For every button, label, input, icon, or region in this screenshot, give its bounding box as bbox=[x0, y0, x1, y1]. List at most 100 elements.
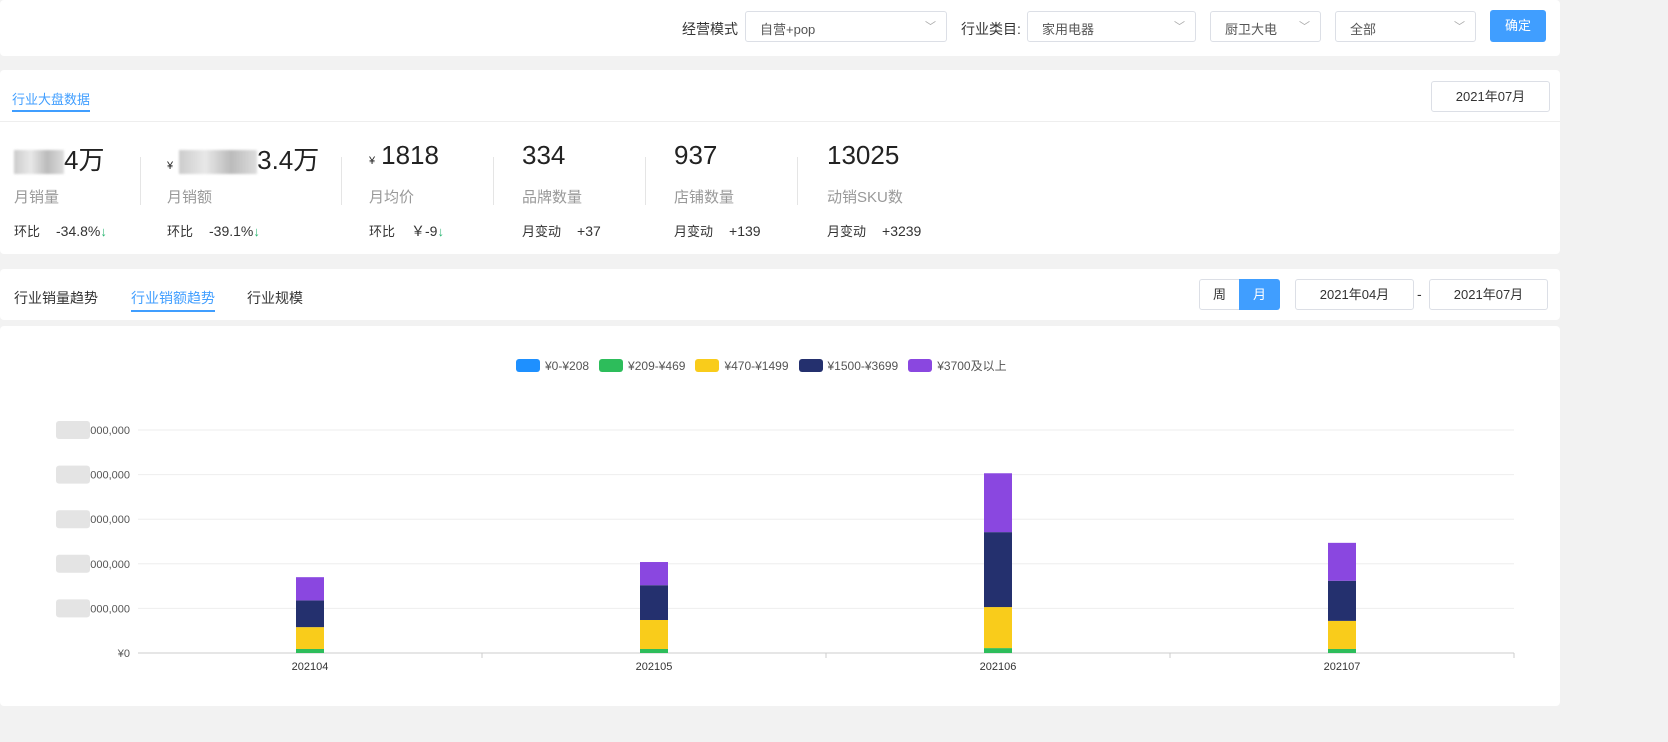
subcategory-value: 厨卫大电 bbox=[1225, 22, 1278, 37]
industry-value: 家用电器 bbox=[1042, 22, 1095, 37]
redacted-block bbox=[56, 510, 90, 529]
month-toggle[interactable]: 月 bbox=[1239, 279, 1280, 310]
start-month-picker[interactable]: 2021年04月 bbox=[1295, 279, 1414, 310]
redacted-block bbox=[56, 554, 90, 573]
legend-label: ¥0-¥208 bbox=[545, 358, 590, 373]
legend-label: ¥3700及以上 bbox=[937, 359, 1007, 373]
change-value: -34.8% bbox=[56, 223, 101, 239]
metric-name: 月销额 bbox=[167, 189, 213, 206]
change-label: 月变动 bbox=[674, 224, 714, 239]
metric-sku-count: 13025 动销SKU数 月变动 +3239 bbox=[827, 140, 977, 240]
tab-industry-scale[interactable]: 行业规模 bbox=[247, 288, 303, 308]
subcategory-select[interactable]: 厨卫大电 ﹀ bbox=[1210, 11, 1321, 42]
legend-item[interactable]: ¥3700及以上 bbox=[908, 357, 1007, 374]
metric-name: 品牌数量 bbox=[522, 189, 583, 206]
x-tick-label: 202107 bbox=[1324, 661, 1361, 673]
chevron-down-icon: ﹀ bbox=[1174, 21, 1185, 33]
bar-segment bbox=[984, 648, 1012, 653]
confirm-button[interactable]: 确定 bbox=[1490, 10, 1546, 42]
metric-name: 动销SKU数 bbox=[827, 189, 903, 206]
legend-swatch bbox=[516, 359, 540, 372]
change-value: ￥-9 bbox=[411, 223, 438, 239]
bar-segment bbox=[1328, 648, 1356, 653]
metric-name: 店铺数量 bbox=[674, 189, 735, 206]
tab-volume-trend[interactable]: 行业销量趋势 bbox=[14, 288, 98, 308]
metric-value: 937 bbox=[674, 140, 718, 170]
metric-store-count: 937 店铺数量 月变动 +139 bbox=[674, 140, 824, 240]
overview-month-picker[interactable]: 2021年07月 bbox=[1431, 81, 1550, 112]
divider bbox=[645, 157, 646, 205]
bar-segment bbox=[296, 577, 324, 601]
bar-segment bbox=[296, 627, 324, 649]
y-tick-label: ¥0 bbox=[117, 648, 130, 660]
legend-label: ¥470-¥1499 bbox=[724, 358, 789, 373]
redacted-block bbox=[14, 150, 64, 175]
currency: ¥ bbox=[369, 155, 376, 167]
change-value: +3239 bbox=[882, 223, 922, 239]
end-month-picker[interactable]: 2021年07月 bbox=[1429, 279, 1548, 310]
metric-value: 334 bbox=[522, 140, 566, 170]
legend-item[interactable]: ¥0-¥208 bbox=[516, 357, 589, 374]
metric-monthly-volume: 4万 月销量 环比 -34.8%↓ bbox=[14, 140, 164, 240]
x-tick-label: 202106 bbox=[980, 661, 1017, 673]
range-separator: - bbox=[1417, 286, 1422, 302]
arrow-down-icon: ↓ bbox=[100, 224, 107, 239]
week-toggle[interactable]: 周 bbox=[1199, 279, 1240, 310]
overview-title[interactable]: 行业大盘数据 bbox=[12, 89, 91, 112]
metric-value: 4万 bbox=[64, 145, 105, 175]
bar-segment bbox=[984, 473, 1012, 533]
stacked-bar-chart: ¥0¥ ,000,000¥ ,000,000¥ ,000,000¥ ,000,0… bbox=[56, 421, 1515, 673]
chart-legend: ¥0-¥208 ¥209-¥469 ¥470-¥1499 ¥1500-¥3699 ¥37… bbox=[516, 357, 1007, 374]
legend-label: ¥209-¥469 bbox=[628, 358, 686, 373]
redacted-block bbox=[56, 421, 90, 439]
legend-swatch bbox=[695, 359, 720, 372]
chevron-down-icon: ﹀ bbox=[1454, 21, 1465, 33]
currency: ¥ bbox=[167, 160, 174, 172]
mode-select[interactable]: 自营+pop ﹀ bbox=[745, 11, 947, 42]
metric-avg-price: ¥1818 月均价 环比 ￥-9↓ bbox=[369, 140, 519, 241]
metric-value: 1818 bbox=[381, 140, 439, 170]
legend-swatch bbox=[908, 359, 933, 372]
change-value: +37 bbox=[577, 223, 601, 239]
scope-select[interactable]: 全部 ﹀ bbox=[1335, 11, 1476, 42]
legend-item[interactable]: ¥470-¥1499 bbox=[695, 357, 789, 374]
bar-segment bbox=[984, 532, 1012, 608]
metric-brand-count: 334 品牌数量 月变动 +37 bbox=[522, 140, 672, 240]
divider bbox=[493, 157, 494, 205]
bar-segment bbox=[640, 562, 668, 586]
chevron-down-icon: ﹀ bbox=[1299, 21, 1310, 33]
mode-label: 经营模式 bbox=[682, 21, 738, 37]
bar-segment bbox=[1328, 580, 1356, 621]
bar-segment bbox=[1328, 542, 1356, 581]
legend-label: ¥1500-¥3699 bbox=[827, 358, 899, 373]
arrow-down-icon: ↓ bbox=[253, 224, 260, 239]
metric-value: 13025 bbox=[827, 140, 900, 170]
x-tick-label: 202104 bbox=[292, 661, 329, 673]
tab-sales-trend[interactable]: 行业销额趋势 bbox=[131, 288, 215, 312]
legend-swatch bbox=[599, 359, 624, 372]
divider bbox=[341, 157, 342, 205]
redacted-block bbox=[179, 150, 258, 175]
change-label: 月变动 bbox=[522, 224, 562, 239]
bar-segment bbox=[296, 600, 324, 628]
change-label: 环比 bbox=[14, 224, 41, 239]
change-label: 月变动 bbox=[827, 224, 867, 239]
x-tick-label: 202105 bbox=[636, 661, 673, 673]
arrow-down-icon: ↓ bbox=[437, 224, 444, 239]
change-label: 环比 bbox=[369, 224, 396, 239]
metric-value: 3.4万 bbox=[257, 145, 320, 175]
industry-select[interactable]: 家用电器 ﹀ bbox=[1027, 11, 1196, 42]
legend-item[interactable]: ¥209-¥469 bbox=[599, 357, 685, 374]
change-value: -39.1% bbox=[209, 223, 254, 239]
bar-segment bbox=[640, 619, 668, 649]
redacted-block bbox=[56, 599, 90, 618]
industry-label: 行业类目: bbox=[961, 21, 1021, 37]
legend-item[interactable]: ¥1500-¥3699 bbox=[798, 357, 899, 374]
mode-value: 自营+pop bbox=[760, 22, 816, 37]
bar-segment bbox=[640, 648, 668, 653]
metric-name: 月均价 bbox=[369, 189, 415, 206]
legend-swatch bbox=[798, 359, 823, 372]
change-label: 环比 bbox=[167, 224, 194, 239]
filter-bar: 经营模式 自营+pop ﹀ 行业类目: 家用电器 ﹀ 厨卫大电 ﹀ 全部 ﹀ 确定 bbox=[0, 0, 1560, 56]
chevron-down-icon: ﹀ bbox=[925, 21, 936, 33]
